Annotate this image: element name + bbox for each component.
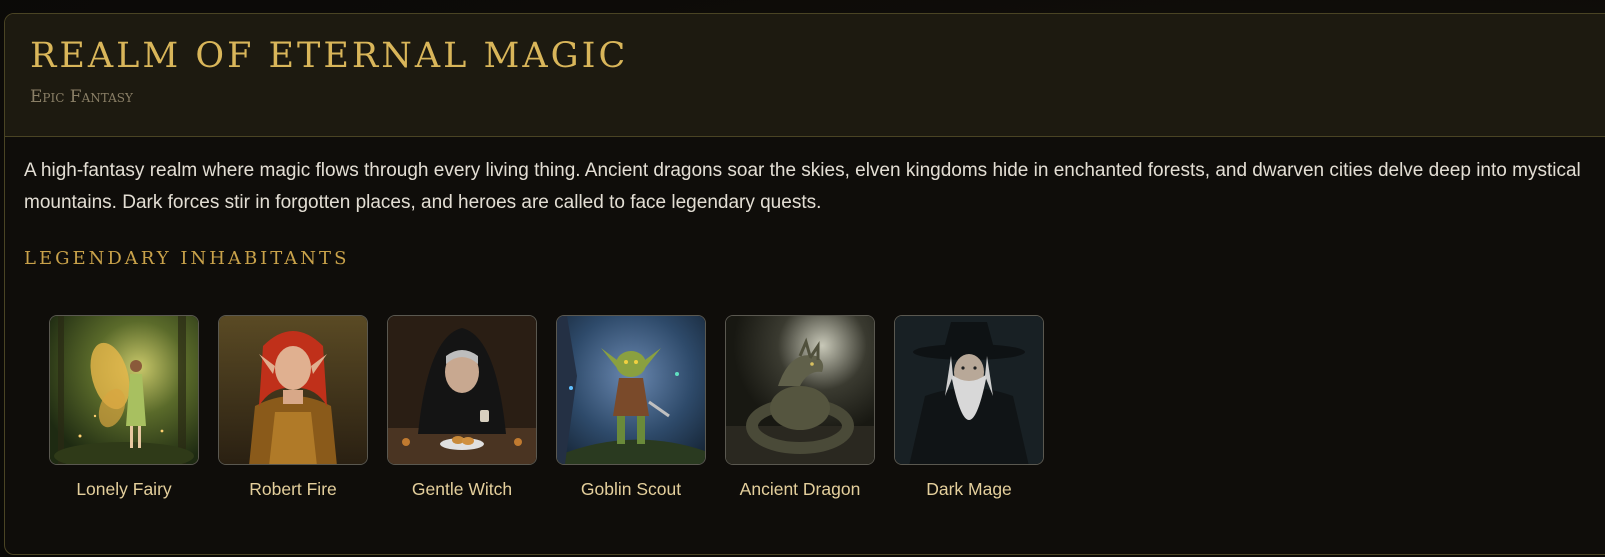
realm-card: REALM OF ETERNAL MAGIC Epic Fantasy A hi… [4,13,1605,555]
inhabitant-name: Goblin Scout [580,479,682,499]
realm-description: A high-fantasy realm where magic flows t… [24,160,1581,213]
inhabitant-name: Ancient Dragon [739,479,861,499]
goblin-portrait-image [557,316,705,464]
witch-portrait-image [388,316,536,464]
realm-genre: Epic Fantasy [30,87,133,107]
realm-title: REALM OF ETERNAL MAGIC [30,36,629,76]
inhabitant-name: Lonely Fairy [76,479,172,499]
inhabitant-name: Robert Fire [249,479,337,499]
inhabitant-name: Gentle Witch [411,479,513,499]
mage-portrait-image [895,316,1043,464]
inhabitant-card-goblin-scout[interactable]: Goblin Scout [556,315,706,500]
dragon-portrait-image [726,316,874,464]
dragon-portrait[interactable] [725,315,875,465]
inhabitant-card-dark-mage[interactable]: Dark Mage [894,315,1044,500]
section-heading-inhabitants: LEGENDARY INHABITANTS [24,248,350,269]
inhabitant-card-gentle-witch[interactable]: Gentle Witch [387,315,537,500]
inhabitant-name: Dark Mage [926,479,1012,499]
mage-portrait[interactable] [894,315,1044,465]
inhabitant-card-ancient-dragon[interactable]: Ancient Dragon [725,315,875,500]
witch-portrait[interactable] [387,315,537,465]
fairy-portrait-image [50,316,198,464]
goblin-portrait[interactable] [556,315,706,465]
elf-portrait[interactable] [218,315,368,465]
inhabitants-list: Lonely Fairy Robert Fire Gentle Witch Go… [49,315,1044,500]
inhabitant-card-robert-fire[interactable]: Robert Fire [218,315,368,500]
inhabitant-card-lonely-fairy[interactable]: Lonely Fairy [49,315,199,500]
fairy-portrait[interactable] [49,315,199,465]
realm-header: REALM OF ETERNAL MAGIC Epic Fantasy [5,14,1605,137]
elf-portrait-image [219,316,367,464]
